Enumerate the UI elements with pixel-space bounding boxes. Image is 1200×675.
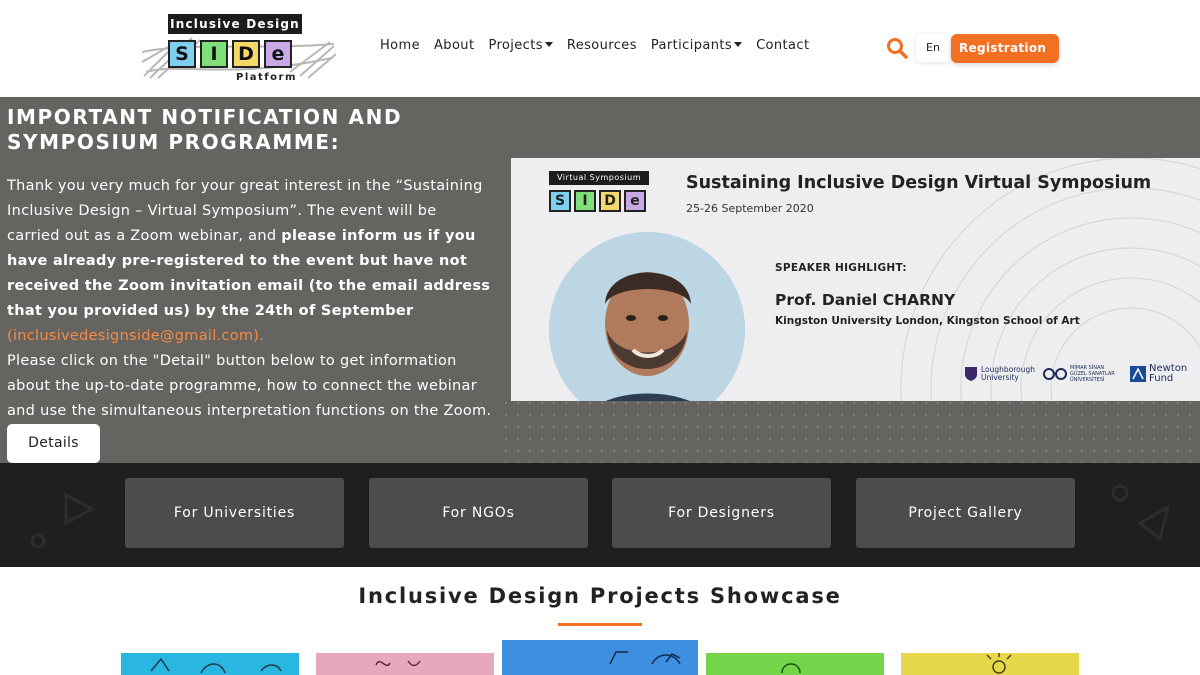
decorative-dot-pattern [500,397,1200,463]
registration-button[interactable]: Registration [951,34,1059,79]
logo-letter-e: e [264,40,292,68]
nav-label: Home [380,38,420,53]
logo-top-text: Inclusive Design [168,14,302,34]
chevron-down-icon [544,42,553,47]
banner-logo-text: Virtual Symposium [549,171,649,185]
partner-name: MİMAR SİNAN GÜZEL SANATLAR ÜNİVERSİTESİ [1070,365,1122,383]
newton-fund-icon [1130,366,1147,382]
project-sketch-illustration [375,660,421,667]
nav-item-resources[interactable]: Resources [567,38,637,53]
partner-loughborough: Loughborough University [964,366,1035,382]
project-thumbnail[interactable] [502,640,698,675]
project-sketch-illustration [150,657,282,674]
nav-label: Contact [756,38,810,53]
logo-bottom-text: Platform [236,72,297,83]
main-nav: Home About Projects Resources Participan… [380,38,823,53]
nav-label: Projects [488,38,543,53]
language-selector[interactable]: En [916,34,950,62]
nav-item-contact[interactable]: Contact [756,38,809,53]
nav-item-projects[interactable]: Projects [488,38,553,53]
banner-letter-s: S [549,190,571,212]
category-button-universities[interactable]: For Universities [125,478,344,548]
project-thumbnail[interactable] [901,653,1079,675]
banner-letter-e: e [624,190,646,212]
partner-name: Newton Fund [1149,364,1187,384]
banner-logo-letters: S I D e [549,190,646,212]
banner-date: 25-26 September 2020 [686,202,814,215]
loughborough-crest-icon [965,367,977,381]
project-sketch-illustration [781,663,801,674]
category-button-designers[interactable]: For Designers [612,478,831,548]
logo-letter-d: D [232,40,260,68]
nav-label: Participants [650,38,733,53]
project-sketch-illustration [609,651,681,665]
contact-email-link[interactable]: (inclusivedesignside@gmail.com). [7,328,264,344]
nav-label: Resources [566,38,637,53]
logo-letters: S I D e [168,40,292,68]
chevron-down-icon [734,42,743,47]
project-thumbnail[interactable] [121,653,299,675]
project-thumbnail[interactable] [706,653,884,675]
partner-line2: University [981,373,1019,382]
project-sketch-illustration [986,653,1012,674]
partner-name: Loughborough University [981,366,1035,382]
category-button-ngos[interactable]: For NGOs [369,478,588,548]
mimar-sinan-owl-icon [1043,368,1068,380]
speaker-name: Prof. Daniel CHARNY [775,291,956,309]
project-thumbnail[interactable] [316,653,494,675]
hero-section: IMPORTANT NOTIFICATION AND SYMPOSIUM PRO… [0,97,1200,463]
search-icon[interactable] [886,37,908,59]
partner-newton-fund: Newton Fund [1130,364,1187,384]
banner-title: Sustaining Inclusive Design Virtual Symp… [686,173,1152,193]
showcase-title: Inclusive Design Projects Showcase [358,584,842,608]
speaker-affiliation: Kingston University London, Kingston Sch… [775,315,1080,327]
hero-announcement-text: Thank you very much for your great inter… [7,174,492,424]
category-button-project-gallery[interactable]: Project Gallery [856,478,1075,548]
nav-label: About [434,38,475,53]
banner-letter-d: D [599,190,621,212]
nav-item-about[interactable]: About [434,38,474,53]
showcase-title-underline [558,623,642,626]
top-navbar: Inclusive Design S I D e Platform Home A… [0,0,1200,97]
partner-mimar-sinan: MİMAR SİNAN GÜZEL SANATLAR ÜNİVERSİTESİ [1043,365,1122,383]
logo-letter-i: I [200,40,228,68]
nav-item-home[interactable]: Home [380,38,420,53]
side-platform-logo[interactable]: Inclusive Design S I D e Platform [140,12,336,88]
speaker-highlight-label: SPEAKER HIGHLIGHT: [775,262,907,274]
registration-label: Registration [959,41,1047,55]
hero-text-outro: Please click on the "Detail" button belo… [7,353,492,419]
chevron-down-icon [961,74,969,79]
hero-title: IMPORTANT NOTIFICATION AND SYMPOSIUM PRO… [7,105,403,154]
nav-item-participants[interactable]: Participants [650,38,743,53]
partner-line2: Fund [1149,373,1174,384]
banner-letter-i: I [574,190,596,212]
category-strip: For Universities For NGOs For Designers … [0,463,1200,567]
logo-letter-s: S [168,40,196,68]
partner-line2: GÜZEL SANATLAR ÜNİVERSİTESİ [1070,371,1115,383]
details-button[interactable]: Details [7,424,100,463]
symposium-banner[interactable]: Virtual Symposium S I D e Sustaining Inc… [511,158,1200,401]
partner-logos: Loughborough University MİMAR SİNAN GÜZEL … [964,364,1187,384]
